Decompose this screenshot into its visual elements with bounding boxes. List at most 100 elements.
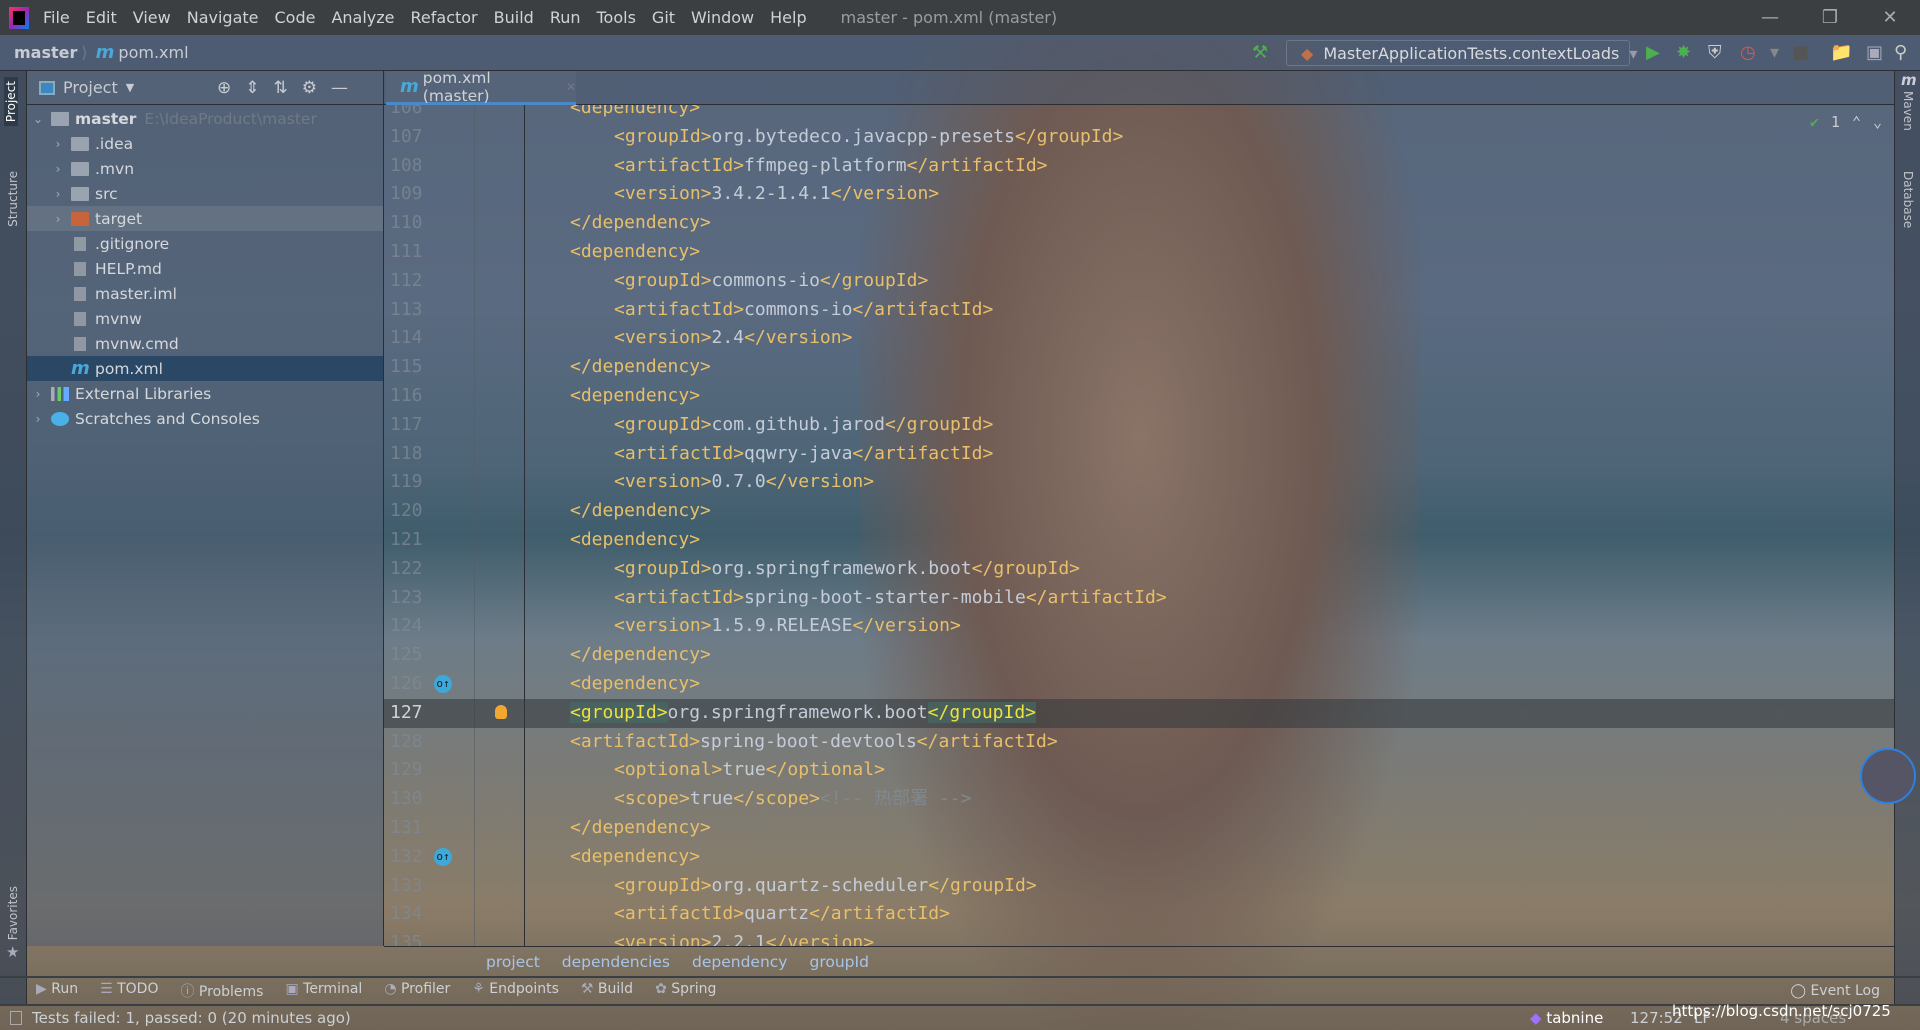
build-hammer-icon[interactable]: ⚒ (1252, 42, 1268, 63)
chevron-down-icon[interactable]: ▼ (126, 81, 134, 94)
collapse-all-icon[interactable]: ⇅ (274, 78, 288, 98)
side-tab-structure[interactable]: Structure (6, 171, 20, 227)
menu-navigate[interactable]: Navigate (187, 8, 259, 27)
expand-all-icon[interactable]: ⇕ (245, 78, 259, 98)
tool-window-problems[interactable]: ⓘ Problems (180, 981, 263, 1001)
coverage-icon[interactable]: ⛨ (1708, 42, 1722, 63)
side-tab-maven[interactable]: Maven (1901, 91, 1915, 131)
code-line: 121 <dependency> (384, 526, 1894, 555)
hide-icon[interactable]: — (331, 78, 348, 98)
menu-git[interactable]: Git (652, 8, 675, 27)
locate-icon[interactable]: ⊕ (217, 78, 231, 98)
breadcrumb-groupid[interactable]: groupId (809, 953, 868, 971)
tree-item[interactable]: HELP.md (27, 256, 383, 281)
floating-avatar[interactable] (1860, 748, 1916, 804)
breadcrumb-dependencies[interactable]: dependencies (562, 953, 670, 971)
breadcrumb-project[interactable]: project (486, 953, 540, 971)
status-message[interactable]: Tests failed: 1, passed: 0 (20 minutes a… (32, 1009, 351, 1027)
override-gutter-icon[interactable]: o↑ (434, 675, 452, 693)
tree-item[interactable]: › Scratches and Consoles (27, 406, 383, 431)
tabnine-status[interactable]: ◆ tabnine (1530, 1009, 1603, 1027)
tool-window-endpoints[interactable]: ⚘ Endpoints (472, 981, 559, 1001)
tree-item[interactable]: mvnw (27, 306, 383, 331)
chevron-icon[interactable]: › (31, 387, 45, 401)
code-editor[interactable]: 106 <dependency> 107 <groupId>org.bytedeco.… (384, 105, 1894, 946)
debug-icon[interactable]: ✸ (1676, 42, 1691, 63)
tool-window-profiler[interactable]: ◔ Profiler (384, 981, 450, 1001)
inspection-widget[interactable]: ✔ 1 ⌃ ⌄ (1810, 113, 1882, 131)
search-icon[interactable]: ⚲ (1894, 42, 1907, 63)
tool-window-build[interactable]: ⚒ Build (581, 981, 633, 1001)
project-structure-icon[interactable]: 📁 (1830, 42, 1852, 63)
chevron-icon[interactable]: › (51, 137, 65, 151)
line-number: 126 (390, 673, 423, 694)
profile-icon[interactable]: ◷ (1740, 42, 1756, 63)
tree-item[interactable]: › src (27, 181, 383, 206)
stop-icon[interactable]: ■ (1792, 42, 1809, 63)
side-tab-database[interactable]: Database (1901, 171, 1915, 228)
xml-tag: </groupId> (927, 701, 1037, 723)
tree-item[interactable]: m pom.xml (27, 356, 383, 381)
tree-item[interactable]: › .idea (27, 131, 383, 156)
project-view-select[interactable]: Project (63, 78, 118, 97)
xml-tag: </dependency> (570, 500, 711, 522)
override-gutter-icon[interactable]: o↑ (434, 847, 452, 866)
code-line: 113 <artifactId>commons-io</artifactId> (384, 296, 1894, 325)
line-number: 116 (390, 385, 423, 406)
chevron-icon[interactable]: › (31, 412, 45, 426)
run-icon[interactable]: ▶ (1646, 42, 1660, 63)
tab-pom-xml[interactable]: m pom.xml (master) ✕ (386, 69, 576, 105)
menu-help[interactable]: Help (770, 8, 806, 27)
tree-item[interactable]: mvnw.cmd (27, 331, 383, 356)
run-configuration-select[interactable]: ◆ MasterApplicationTests.contextLoads ▾ (1286, 40, 1637, 66)
line-number: 120 (390, 500, 423, 522)
tree-item[interactable]: › target (27, 206, 383, 231)
close-icon[interactable]: ✕ (1860, 0, 1920, 35)
tool-window-spring[interactable]: ✿ Spring (655, 981, 716, 1001)
gear-icon[interactable]: ⚙ (302, 78, 317, 98)
menu-refactor[interactable]: Refactor (411, 8, 478, 27)
tool-window-todo[interactable]: ☰ TODO (100, 981, 158, 1001)
tool-window-run[interactable]: ▶ Run (36, 981, 78, 1001)
tree-item[interactable]: .gitignore (27, 231, 383, 256)
restore-icon[interactable]: ❐ (1800, 0, 1860, 35)
tree-item[interactable]: › .mvn (27, 156, 383, 181)
xml-tag: <groupId> (614, 269, 712, 291)
menu-edit[interactable]: Edit (86, 8, 117, 27)
tree-item[interactable]: master.iml (27, 281, 383, 306)
side-tab-favorites[interactable]: Favorites (6, 886, 20, 940)
status-toggle-icon[interactable] (10, 1011, 22, 1025)
menu-view[interactable]: View (133, 8, 171, 27)
event-log-button[interactable]: ◯ Event Log (1790, 983, 1880, 999)
next-highlight-icon[interactable]: ⌄ (1873, 113, 1882, 131)
tree-item[interactable]: › External Libraries (27, 381, 383, 406)
breadcrumb-project[interactable]: master (14, 43, 77, 62)
maven-icon: m (1901, 71, 1917, 89)
minimize-icon[interactable]: — (1740, 0, 1800, 35)
tool-window-terminal[interactable]: ▣ Terminal (285, 981, 362, 1001)
menu-window[interactable]: Window (691, 8, 754, 27)
breadcrumb-file[interactable]: pom.xml (118, 43, 188, 62)
menu-tools[interactable]: Tools (597, 8, 636, 27)
tool-window-label: Run (51, 981, 79, 997)
menu-run[interactable]: Run (550, 8, 581, 27)
chevron-icon[interactable]: › (51, 212, 65, 226)
chevron-icon[interactable]: › (51, 187, 65, 201)
xml-text: org.springframework.boot (667, 701, 928, 723)
xml-tag: </groupId> (928, 874, 1037, 896)
run-anything-icon[interactable]: ▣ (1866, 42, 1883, 63)
menu-build[interactable]: Build (494, 8, 534, 27)
menu-code[interactable]: Code (275, 8, 316, 27)
chevron-icon[interactable]: › (51, 162, 65, 176)
chevron-icon[interactable]: ⌄ (31, 112, 45, 126)
lightbulb-icon[interactable] (495, 704, 507, 719)
side-tab-project[interactable]: Project (4, 77, 18, 127)
previous-highlight-icon[interactable]: ⌃ (1852, 113, 1861, 131)
menu-analyze[interactable]: Analyze (331, 8, 394, 27)
close-tab-icon[interactable]: ✕ (566, 80, 576, 94)
breadcrumb-dependency[interactable]: dependency (692, 953, 787, 971)
more-run-icon[interactable]: ▾ (1770, 42, 1779, 63)
code-line: 131 </dependency> (384, 814, 1894, 843)
tree-item[interactable]: ⌄ master E:\IdeaProduct\master (27, 106, 383, 131)
menu-file[interactable]: File (43, 8, 70, 27)
